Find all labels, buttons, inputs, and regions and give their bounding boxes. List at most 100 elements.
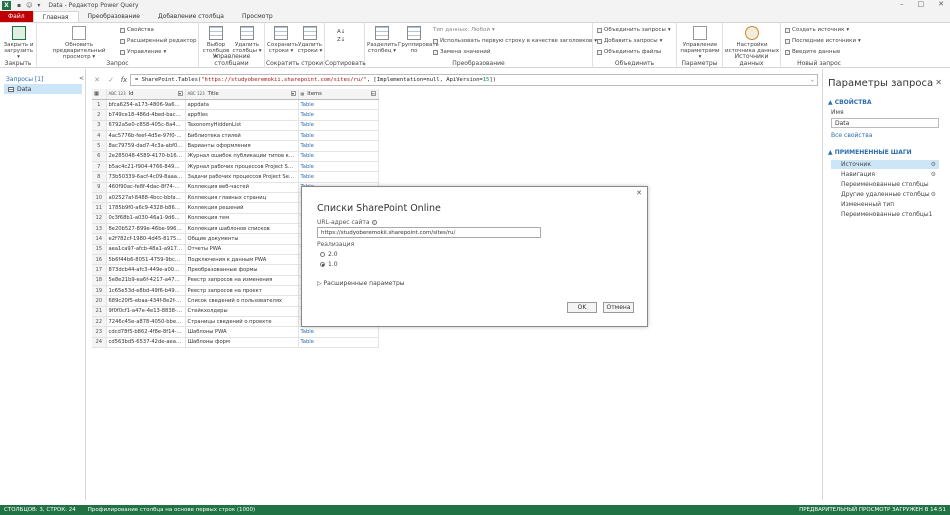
row-number[interactable]: 23 <box>92 326 107 338</box>
step-removed-other-columns[interactable]: Другие удаленные столбцы ⚙ <box>831 190 939 199</box>
tab-view[interactable]: Просмотр <box>233 11 282 22</box>
cell-title[interactable]: Список сведений о пользователях <box>185 295 299 307</box>
split-column-button[interactable]: Разделить столбец ▾ <box>367 26 397 54</box>
replace-values-button[interactable]: Замена значений <box>433 49 490 55</box>
cell-title[interactable]: Коллекция тем <box>185 213 299 224</box>
radio-version-2[interactable]: 2.0 <box>320 251 338 258</box>
row-number[interactable]: 7 <box>92 161 107 173</box>
row-number[interactable]: 22 <box>92 316 107 328</box>
close-dialog-button[interactable]: ✕ <box>636 189 642 197</box>
tab-file[interactable]: Файл <box>0 11 33 22</box>
row-number[interactable]: 11 <box>92 202 107 214</box>
cell-title[interactable]: Шаблоны PWA <box>185 326 299 338</box>
cell-items[interactable]: Table <box>298 326 379 338</box>
cell-id[interactable]: aea1ca97-afcb-48a1-a917-c4... <box>106 244 186 256</box>
dropdown-icon[interactable]: ▾ <box>37 2 40 9</box>
properties-button[interactable]: Свойства <box>120 27 154 33</box>
table-row[interactable]: 6 2e285048-4589-4170-b168-2... Журнал ошиб… <box>92 151 379 162</box>
cell-id[interactable]: 2e285048-4589-4170-b168-2... <box>106 151 186 162</box>
applied-steps-header[interactable]: ▲ ПРИМЕНЕННЫЕ ШАГИ <box>828 149 912 156</box>
type-icon[interactable]: ABC 123 <box>109 91 126 96</box>
cancel-formula-button[interactable]: ✕ <box>90 76 104 84</box>
append-queries-button[interactable]: Добавить запросы ▾ <box>597 38 662 44</box>
row-number[interactable]: 24 <box>92 337 107 349</box>
remove-columns-button[interactable]: Удалить столбцы ▾ <box>232 26 262 54</box>
cell-title[interactable]: Коллекция главных страниц <box>185 192 299 204</box>
expand-column-icon[interactable]: ↔ <box>370 91 376 96</box>
use-first-row-button[interactable]: Использовать первую строку в качестве за… <box>433 38 597 44</box>
grid-corner[interactable]: ▦ <box>92 89 107 100</box>
cell-id[interactable]: 5e8e21b9-ea6f-4217-a474-0... <box>106 275 186 287</box>
row-number[interactable]: 14 <box>92 233 107 245</box>
type-icon[interactable]: ABC 123 <box>188 91 205 96</box>
cell-title[interactable]: Журнал рабочих процессов Project Server <box>185 161 299 173</box>
column-header-title[interactable]: ABC 123 Title ▾ <box>185 89 299 100</box>
keep-rows-button[interactable]: Сохранить строки ▾ <box>267 26 298 54</box>
new-source-button[interactable]: Создать источник ▾ <box>785 27 849 33</box>
cell-title[interactable]: Отчеты PWA <box>185 244 299 256</box>
cell-id[interactable]: 9f0f0cf1-a47e-4e13-8838-e5... <box>106 306 186 318</box>
gear-icon[interactable]: ⚙ <box>931 190 936 199</box>
cell-title[interactable]: Реестр запросов на изменения <box>185 275 299 287</box>
table-row[interactable]: 8 73b50339-6acf-4c09-8aaa-eb... Задачи раб… <box>92 171 379 183</box>
row-number[interactable]: 16 <box>92 254 107 266</box>
step-source[interactable]: Источник ⚙ <box>831 160 939 169</box>
cell-id[interactable]: 873dcb44-afc3-449e-a004-3a... <box>106 264 186 276</box>
cell-id[interactable]: b749ce18-486d-4bed-bacc-8... <box>106 109 186 121</box>
info-icon[interactable]: i <box>371 220 377 225</box>
cell-id[interactable]: 1c65e53d-e8bd-49f6-b499-e... <box>106 285 186 297</box>
cell-items[interactable]: Table <box>298 99 379 111</box>
cell-title[interactable]: Задачи рабочих процессов Project Server <box>185 171 299 183</box>
step-renamed-columns-1[interactable]: Переименованные столбцы1 <box>831 210 939 219</box>
cell-id[interactable]: e2f782cf-1980-4d45-8175-e1... <box>106 233 186 245</box>
tab-add-column[interactable]: Добавление столбца <box>149 11 233 22</box>
close-load-button[interactable]: Закрыть и загрузить ▾ <box>2 26 35 60</box>
fx-icon[interactable]: fx <box>118 76 130 84</box>
cell-id[interactable]: 1785b9f0-a6c9-4328-b868-2... <box>106 202 186 214</box>
cell-items[interactable]: Table <box>298 151 379 162</box>
cell-id[interactable]: 5b6f44b6-8051-4759-9bc8-0... <box>106 254 186 266</box>
row-number[interactable]: 5 <box>92 140 107 152</box>
cell-title[interactable]: Варианты оформления <box>185 140 299 152</box>
cell-id[interactable]: 0c3f68b1-a030-46a1-9d64-8... <box>106 213 186 224</box>
tab-home[interactable]: Главная <box>32 11 79 22</box>
gear-icon[interactable]: ⚙ <box>931 170 936 179</box>
data-source-settings-button[interactable]: Настройки источника данных <box>725 26 779 54</box>
cell-id[interactable]: cdcd78f5-b862-4f8e-8f14-e0... <box>106 326 186 338</box>
cell-id[interactable]: 8e20b527-899e-46be-9968-e... <box>106 223 186 235</box>
step-changed-type[interactable]: Измененный тип <box>831 200 939 209</box>
gear-icon[interactable]: ⚙ <box>931 160 936 169</box>
cell-title[interactable]: Коллекция веб-частей <box>185 182 299 193</box>
refresh-preview-button[interactable]: Обновить предварительный просмотр ▾ <box>40 26 118 60</box>
cell-items[interactable]: Table <box>298 171 379 183</box>
cell-title[interactable]: Шаблоны форм <box>185 337 299 349</box>
tab-transform[interactable]: Преобразование <box>79 11 149 22</box>
smiley-icon[interactable]: ☺ <box>26 2 32 9</box>
row-number[interactable]: 9 <box>92 182 107 193</box>
query-item-data[interactable]: Data <box>4 84 82 94</box>
cell-items[interactable]: Table <box>298 161 379 173</box>
row-number[interactable]: 3 <box>92 120 107 131</box>
cell-id[interactable]: 689c20f5-ebaa-434f-8e2f-52... <box>106 295 186 307</box>
cell-id[interactable]: 8ac79759-dad7-4c3a-abf0-31... <box>106 140 186 152</box>
cell-title[interactable]: Стейкхолдеры <box>185 306 299 318</box>
cell-items[interactable]: Table <box>298 109 379 121</box>
cell-id[interactable]: bfca6254-a173-4806-9a62-4b... <box>106 99 186 111</box>
cell-title[interactable]: appdata <box>185 99 299 111</box>
cell-id[interactable]: 73b50339-6acf-4c09-8aaa-eb... <box>106 171 186 183</box>
sort-ascending-icon[interactable]: A↓ <box>337 29 345 35</box>
ok-button[interactable]: OK <box>567 302 597 313</box>
table-row[interactable]: 23 cdcd78f5-b862-4f8e-8f14-e0... Шаблоны P… <box>92 326 379 338</box>
close-settings-icon[interactable]: ✕ <box>935 78 942 87</box>
row-number[interactable]: 10 <box>92 192 107 204</box>
expand-formula-icon[interactable]: ⌄ <box>811 75 814 85</box>
row-number[interactable]: 18 <box>92 275 107 287</box>
row-number[interactable]: 6 <box>92 151 107 162</box>
radio-version-1[interactable]: 1.0 <box>320 261 338 268</box>
cell-id[interactable]: b5ac4c21-f904-4766-8497-dc... <box>106 161 186 173</box>
manage-parameters-button[interactable]: Управление параметрами ▾ <box>679 26 721 60</box>
site-url-input[interactable]: https://studyoberemokii.sharepoint.com/s… <box>317 227 541 238</box>
row-number[interactable]: 15 <box>92 244 107 256</box>
cancel-button[interactable]: Отмена <box>603 302 634 313</box>
cell-items[interactable]: Table <box>298 130 379 142</box>
